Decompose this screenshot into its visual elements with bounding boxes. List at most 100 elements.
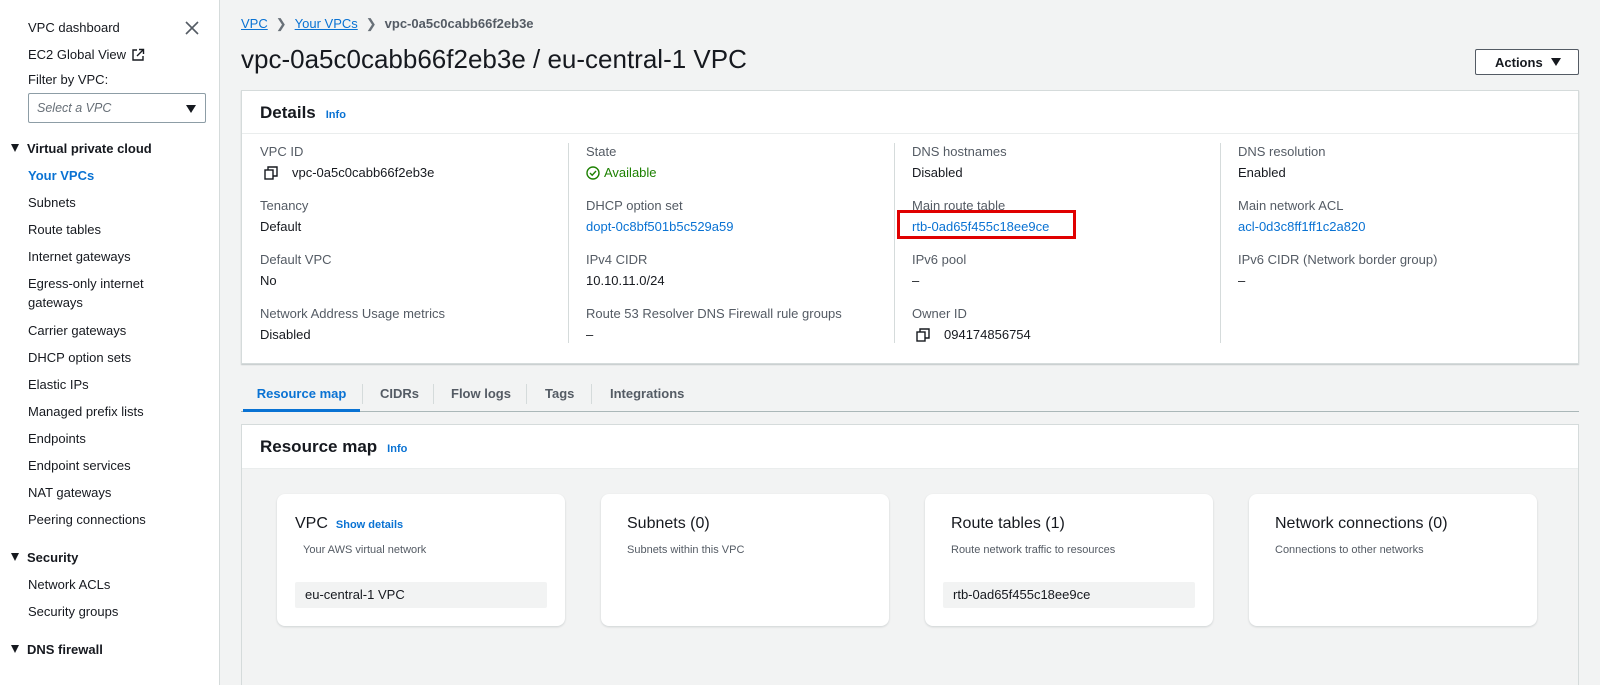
field-value: – — [586, 327, 594, 342]
sidebar-item-egress-only-internet-gateways[interactable]: Egress-only internet — [28, 276, 144, 291]
sidebar-item-carrier-gateways[interactable]: Carrier gateways — [28, 323, 126, 338]
field-value: – — [912, 273, 920, 288]
resource-map-panel: Resource map Info VPC Show details Your AW… — [241, 424, 1579, 685]
actions-label: Actions — [1495, 55, 1543, 70]
sidebar-item-nat-gateways[interactable]: NAT gateways — [28, 485, 111, 500]
sidebar-item-peering-connections[interactable]: Peering connections — [28, 512, 146, 527]
copy-icon[interactable] — [264, 165, 278, 180]
sidebar-item-ec2-global-view[interactable]: EC2 Global View — [28, 47, 145, 62]
vpc-chip[interactable]: eu-central-1 VPC — [295, 582, 547, 608]
tab-resource-map[interactable]: Resource map — [243, 376, 360, 412]
route-tables-card: Route tables (1) Route network traffic t… — [925, 494, 1213, 626]
copy-icon[interactable] — [916, 327, 930, 342]
details-heading: Details Info — [260, 103, 346, 123]
sidebar-item-security-groups[interactable]: Security groups — [28, 604, 118, 619]
vpc-card: VPC Show details Your AWS virtual network… — [277, 494, 565, 626]
field-label: State — [586, 144, 617, 159]
details-info-link[interactable]: Info — [326, 109, 346, 121]
sidebar-item-subnets[interactable]: Subnets — [28, 195, 76, 210]
field-dns-resolution: DNS resolution Enabled — [1238, 144, 1325, 180]
network-connections-card: Network connections (0) Connections to o… — [1249, 494, 1537, 626]
breadcrumb-current: vpc-0a5c0cabb66f2eb3e — [384, 16, 534, 31]
sidebar-item-vpc-dashboard[interactable]: VPC dashboard — [28, 20, 120, 35]
field-label: Route 53 Resolver DNS Firewall rule grou… — [586, 306, 842, 321]
sidebar-item-managed-prefix-lists[interactable]: Managed prefix lists — [28, 404, 144, 419]
tab-flow-logs[interactable]: Flow logs — [451, 376, 511, 412]
card-subtitle: Your AWS virtual network — [303, 544, 427, 556]
caret-down-icon — [11, 553, 19, 561]
card-title: VPC Show details — [295, 515, 403, 533]
tab-list: Resource map CIDRs Flow logs Tags Integr… — [241, 376, 1579, 412]
tab-divider — [526, 384, 527, 404]
resource-map-canvas: VPC Show details Your AWS virtual network… — [242, 469, 1578, 685]
sidebar-item-route-tables[interactable]: Route tables — [28, 222, 101, 237]
field-network-address-usage-metrics: Network Address Usage metrics Disabled — [260, 306, 445, 342]
field-value: Disabled — [260, 327, 311, 342]
highlight-box — [897, 210, 1076, 239]
sidebar-item-egress-only-internet-gateways-line2[interactable]: gateways — [28, 295, 83, 310]
page-title: vpc-0a5c0cabb66f2eb3e / eu-central-1 VPC — [241, 44, 747, 74]
resource-map-heading: Resource map Info — [260, 437, 407, 457]
check-circle-icon — [586, 165, 600, 180]
field-ipv4-cidr: IPv4 CIDR 10.10.11.0/24 — [586, 252, 665, 288]
caret-down-icon — [186, 105, 196, 113]
sidebar-item-endpoints[interactable]: Endpoints — [28, 431, 86, 446]
divider — [242, 133, 1578, 134]
breadcrumb-your-vpcs[interactable]: Your VPCs — [295, 16, 358, 31]
sidebar-item-elastic-ips[interactable]: Elastic IPs — [28, 377, 89, 392]
field-vpc-id: VPC ID vpc-0a5c0cabb66f2eb3e — [260, 144, 434, 180]
field-value: No — [260, 273, 277, 288]
chevron-right-icon: ❯ — [365, 16, 377, 31]
sidebar-item-label: EC2 Global View — [28, 47, 127, 62]
show-details-link[interactable]: Show details — [336, 519, 403, 531]
column-divider — [1220, 143, 1221, 343]
card-title: Subnets (0) — [627, 515, 710, 532]
filter-by-vpc-label: Filter by VPC: — [28, 72, 109, 87]
tab-cidrs[interactable]: CIDRs — [380, 376, 419, 412]
chevron-right-icon: ❯ — [275, 16, 287, 31]
details-title: Details — [260, 103, 316, 122]
tab-integrations[interactable]: Integrations — [610, 376, 684, 412]
sidebar-item-endpoint-services[interactable]: Endpoint services — [28, 458, 131, 473]
main-content: VPC ❯ Your VPCs ❯ vpc-0a5c0cabb66f2eb3e vpc-… — [221, 0, 1600, 685]
sidebar-section-virtual-private-cloud[interactable]: Virtual private cloud — [11, 141, 152, 156]
sidebar-item-your-vpcs[interactable]: Your VPCs — [28, 168, 94, 183]
sidebar-section-dns-firewall[interactable]: DNS firewall — [11, 642, 103, 657]
sidebar-item-dhcp-option-sets[interactable]: DHCP option sets — [28, 350, 131, 365]
card-title: Network connections (0) — [1275, 515, 1448, 532]
field-owner-id: Owner ID 094174856754 — [912, 306, 1031, 342]
tab-tags[interactable]: Tags — [545, 376, 574, 412]
resource-map-info-link[interactable]: Info — [387, 443, 407, 455]
main-network-acl-link[interactable]: acl-0d3c8ff1ff1c2a820 — [1238, 219, 1365, 234]
card-subtitle: Route network traffic to resources — [951, 544, 1116, 556]
side-navigation: VPC dashboard EC2 Global View Filter by … — [0, 0, 220, 685]
route-table-chip[interactable]: rtb-0ad65f455c18ee9ce — [943, 582, 1195, 608]
close-icon[interactable] — [184, 20, 200, 36]
breadcrumb: VPC ❯ Your VPCs ❯ vpc-0a5c0cabb66f2eb3e — [241, 16, 534, 32]
field-label: Default VPC — [260, 252, 332, 267]
vpc-filter-select[interactable]: Select a VPC — [28, 93, 206, 123]
dhcp-option-set-link[interactable]: dopt-0c8bf501b5c529a59 — [586, 219, 733, 234]
field-tenancy: Tenancy Default — [260, 198, 308, 234]
actions-button[interactable]: Actions — [1475, 49, 1579, 75]
field-label: Network Address Usage metrics — [260, 306, 445, 321]
field-label: DHCP option set — [586, 198, 683, 213]
sidebar-item-network-acls[interactable]: Network ACLs — [28, 577, 110, 592]
caret-down-icon — [11, 645, 19, 653]
field-label: Owner ID — [912, 306, 967, 321]
breadcrumb-vpc[interactable]: VPC — [241, 16, 268, 31]
subnets-card: Subnets (0) Subnets within this VPC — [601, 494, 889, 626]
card-subtitle: Connections to other networks — [1275, 544, 1424, 556]
tab-divider — [433, 384, 434, 404]
column-divider — [894, 143, 895, 343]
card-subtitle: Subnets within this VPC — [627, 544, 745, 556]
resource-map-header: Resource map Info — [242, 425, 1578, 469]
sidebar-item-internet-gateways[interactable]: Internet gateways — [28, 249, 131, 264]
external-link-icon — [132, 48, 145, 61]
field-state: State Available — [586, 144, 657, 180]
section-title: Security — [27, 550, 79, 565]
field-value: Disabled — [912, 165, 963, 180]
card-title-text: VPC — [295, 515, 328, 532]
sidebar-section-security[interactable]: Security — [11, 550, 78, 565]
field-value: Enabled — [1238, 165, 1286, 180]
